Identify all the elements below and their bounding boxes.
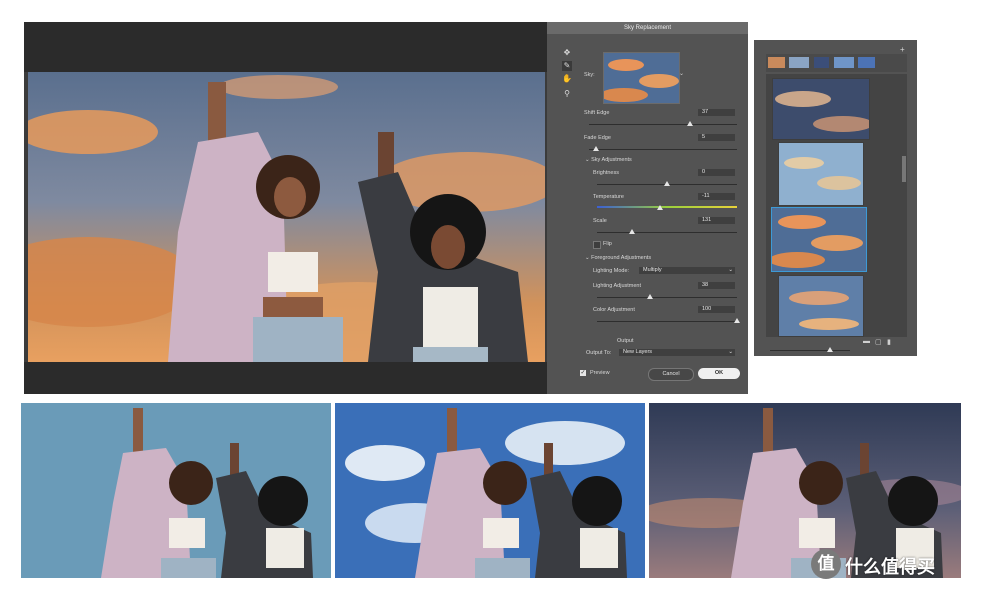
sky-brush-icon[interactable]: ✎ [562,61,572,71]
blue-clouds-photo [335,403,645,578]
sky-presets-panel: + ▬ ▢ ▮ [754,40,917,356]
sky-thumbnail-item[interactable] [778,142,864,206]
fade-edge-value[interactable]: 5 [698,134,735,141]
sky-group-thumb[interactable] [814,57,829,68]
lighting-mode-select[interactable]: Multiply ⌄ [639,267,735,274]
ok-button[interactable]: OK [698,368,740,379]
sunset-sky-photo [28,72,545,362]
shift-edge-label: Shift Edge [584,110,610,116]
plus-icon[interactable]: + [900,45,905,54]
brightness-slider-thumb[interactable] [664,181,670,186]
hand-icon[interactable]: ✋ [562,74,572,84]
flip-label: Flip [603,241,612,247]
sky-thumbnail-selected[interactable] [771,207,867,272]
watermark-logo: 值 [811,549,841,579]
preview-label: Preview [590,370,610,376]
dusk-sky-thumbnail [773,79,869,139]
chevron-down-icon[interactable]: ⌄ [679,70,684,77]
scale-slider-thumb[interactable] [629,229,635,234]
zoom-icon[interactable]: ⚲ [562,89,572,99]
dusk-sky-photo [649,403,961,578]
output-header: Output [617,338,634,344]
preview-checkbox[interactable]: ✓ [580,370,586,376]
temperature-value[interactable]: -11 [698,193,735,200]
panel-scrollbar[interactable] [902,156,906,182]
output-to-select[interactable]: New Layers ⌄ [619,349,735,356]
output-to-label: Output To: [586,350,612,356]
sunset-sky-thumbnail [772,208,866,271]
brightness-value[interactable]: 0 [698,169,735,176]
dialog-title: Sky Replacement [547,22,748,34]
temperature-label: Temperature [593,194,624,200]
color-adjustment-value[interactable]: 100 [698,306,735,313]
temperature-slider[interactable] [597,206,737,208]
lighting-mode-label: Lighting Mode: [593,268,630,274]
evening-sky-thumbnail [779,276,863,336]
watermark-text: 什么值得买 [845,557,935,577]
sky-adjustments-header: Sky Adjustments [591,157,632,163]
shift-edge-slider-thumb[interactable] [686,121,693,126]
brightness-label: Brightness [593,170,619,176]
fade-edge-label: Fade Edge [584,135,611,141]
sky-adjustments-section[interactable]: ⌄ Sky Adjustments [585,157,632,163]
sky-group-thumb[interactable] [834,57,854,68]
temperature-slider-thumb[interactable] [657,205,663,210]
color-adjustment-label: Color Adjustment [593,307,635,313]
sky-replacement-dialog: Sky Replacement ✥ ✎ ✋ ⚲ Sky: ⌄ Shift Edg… [547,22,748,394]
thumbnail-size-slider-thumb[interactable] [827,347,833,352]
variant-photo-clear-sky [21,403,331,578]
sky-preset-dropdown[interactable] [603,52,680,104]
flip-checkbox[interactable] [593,241,601,249]
output-to-value: New Layers [623,349,653,355]
sky-groups-row [766,54,907,72]
color-adjustment-slider[interactable] [597,321,737,322]
color-adjustment-slider-thumb[interactable] [734,318,740,323]
shift-edge-slider[interactable] [589,124,737,125]
lighting-adjustment-value[interactable]: 38 [698,282,735,289]
foreground-adjustments-section[interactable]: ⌄ Foreground Adjustments [585,255,651,261]
editor-top-bar [24,22,547,72]
sky-group-thumb[interactable] [789,57,809,68]
chevron-down-icon: ⌄ [728,349,733,355]
scale-value[interactable]: 131 [698,217,735,224]
shift-edge-value[interactable]: 37 [698,109,735,116]
sky-label: Sky: [584,72,595,78]
lighting-adjustment-slider-thumb[interactable] [647,294,654,299]
sky-group-thumb[interactable] [768,57,785,68]
scale-label: Scale [593,218,607,224]
trash-icon[interactable]: ▮ [887,338,891,346]
fade-edge-slider[interactable] [589,149,737,150]
blue-cloud-sky-thumbnail [779,143,863,205]
sky-thumbnail-item[interactable] [778,275,864,337]
fade-edge-slider-thumb[interactable] [593,146,600,151]
lighting-adjustment-slider[interactable] [597,297,737,298]
thumbnail-size-slider[interactable] [770,350,850,351]
variant-photo-blue-clouds [335,403,645,578]
lighting-mode-value: Multiply [643,267,662,273]
variant-photo-dusk-sky [649,403,961,578]
foreground-adjustments-header: Foreground Adjustments [591,255,652,261]
clear-sky-photo [21,403,331,578]
lighting-adjustment-label: Lighting Adjustment [593,283,642,289]
move-icon[interactable]: ✥ [562,48,572,58]
main-canvas-photo[interactable] [28,72,545,362]
sky-thumbnails-list [766,74,907,337]
sky-group-thumb[interactable] [858,57,875,68]
new-icon[interactable]: ▢ [875,338,882,346]
editor-bottom-bar [24,362,547,394]
scale-slider[interactable] [597,232,737,233]
chevron-down-icon: ⌄ [728,267,733,273]
folder-icon[interactable]: ▬ [863,338,870,345]
cancel-button[interactable]: Cancel [648,368,694,381]
sky-preset-thumbnail [604,53,679,103]
sky-thumbnail-item[interactable] [772,78,870,140]
